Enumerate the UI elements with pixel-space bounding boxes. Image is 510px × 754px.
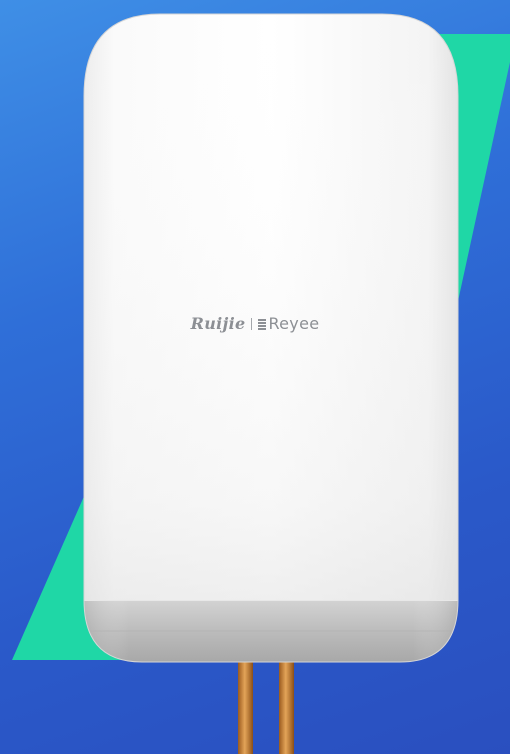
logo-divider <box>251 318 253 330</box>
brand-logo-ruijie: Ruijie <box>190 314 246 333</box>
device-logo: Ruijie Reyee <box>0 314 510 334</box>
device-body <box>84 14 458 662</box>
reyee-mark-icon <box>258 318 267 330</box>
cable-left <box>238 655 253 754</box>
brand-logo-reyee: Reyee <box>268 314 320 333</box>
product-illustration <box>12 13 510 754</box>
cable-right <box>279 655 294 754</box>
product-photo: Ruijie Reyee <box>0 0 510 754</box>
